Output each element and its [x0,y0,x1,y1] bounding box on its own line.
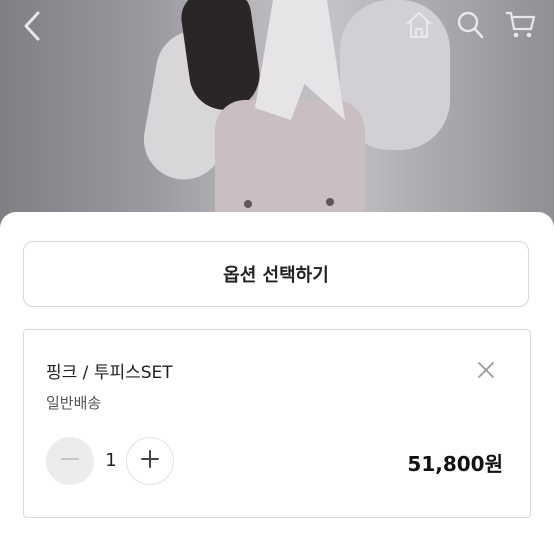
select-option-button[interactable]: 옵션 선택하기 [23,241,529,307]
option-price: 51,800원 [407,452,503,476]
search-icon[interactable] [456,10,484,40]
cart-icon[interactable] [504,10,536,40]
shipping-type: 일반배송 [46,394,102,412]
plus-icon [140,449,160,473]
close-icon[interactable] [476,360,496,380]
option-name: 핑크 / 투피스SET [46,363,173,383]
minus-icon [60,449,80,473]
home-icon[interactable] [404,10,434,40]
selected-option-card: 핑크 / 투피스SET 일반배송 1 51,800원 [23,329,531,518]
top-navigation [0,0,554,52]
quantity-increase-button[interactable] [126,437,174,485]
quantity-decrease-button[interactable] [46,437,94,485]
chevron-left-icon[interactable] [20,10,46,42]
option-bottom-sheet: 옵션 선택하기 핑크 / 투피스SET 일반배송 1 51,800원 [0,212,554,554]
quantity-value: 1 [105,450,117,471]
